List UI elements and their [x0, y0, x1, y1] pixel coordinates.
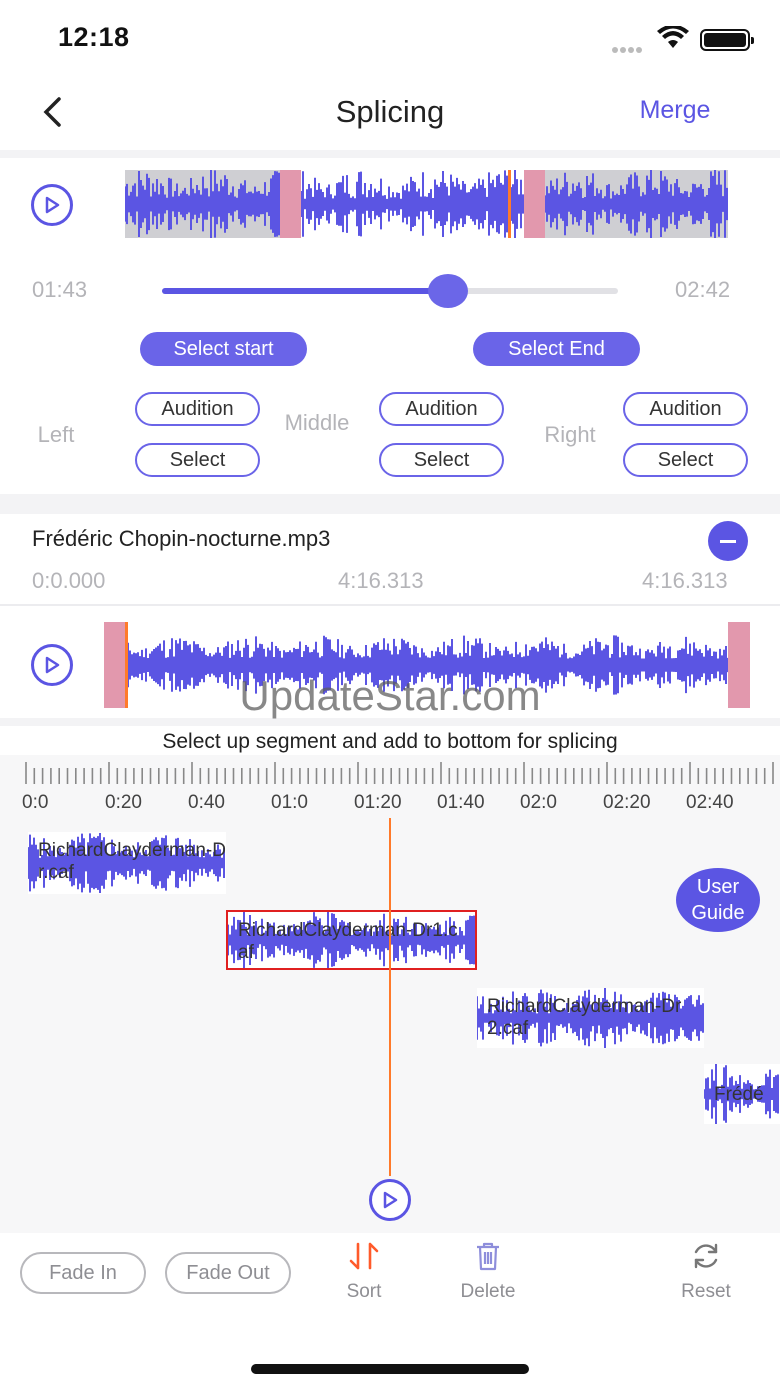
position-slider[interactable] [162, 288, 618, 294]
ruler-tick-label: 02:0 [520, 792, 557, 813]
waveform-path [125, 170, 728, 238]
select-start-button[interactable]: Select start [140, 332, 307, 366]
cellular-signal-icon [612, 40, 644, 58]
reset-button[interactable]: Reset [666, 1240, 746, 1303]
divider [0, 604, 780, 606]
battery-icon [700, 29, 754, 51]
status-time: 12:18 [58, 22, 130, 52]
timeline-segment[interactable]: Frédé [704, 1064, 780, 1124]
delete-button[interactable]: Delete [448, 1240, 528, 1303]
watermark: UpdateStar.com [239, 672, 541, 719]
timeline-segment[interactable]: RichardClayderman-Dr2.caf [477, 988, 704, 1048]
minus-icon [720, 539, 736, 543]
divider [0, 494, 780, 514]
divider [0, 150, 780, 158]
slider-thumb[interactable] [428, 274, 468, 308]
slider-fill [162, 288, 450, 294]
sort-label: Sort [346, 1281, 382, 1302]
home-indicator [251, 1364, 529, 1374]
merge-button[interactable]: Merge [620, 96, 730, 125]
middle-region-label: Middle [284, 410, 350, 435]
editor-waveform-shape [125, 170, 728, 238]
middle-select-button[interactable]: Select [379, 443, 504, 477]
ruler-tick-label: 02:20 [603, 792, 651, 813]
start-time: 01:43 [32, 277, 88, 302]
timeline-instructions: Select up segment and add to bottom for … [162, 730, 618, 753]
position-cursor [508, 170, 511, 238]
sort-icon [349, 1242, 379, 1270]
right-audition-button[interactable]: Audition [623, 392, 748, 426]
end-handle[interactable] [524, 170, 545, 238]
timeline-ruler [25, 762, 774, 784]
select-end-button[interactable]: Select End [473, 332, 640, 366]
timeline-segment-selected[interactable]: RichardClayderman-Dr1.caf [226, 910, 477, 970]
remove-file-button[interactable] [708, 521, 748, 561]
wifi-icon [656, 24, 690, 55]
timeline-play-button[interactable] [369, 1179, 411, 1221]
fade-out-button[interactable]: Fade Out [165, 1252, 291, 1294]
middle-audition-button[interactable]: Audition [379, 392, 504, 426]
left-select-button[interactable]: Select [135, 443, 260, 477]
play-icon [45, 196, 60, 214]
refresh-icon [694, 1243, 718, 1269]
start-handle[interactable] [280, 170, 301, 238]
segment-label: Frédé [714, 1084, 764, 1105]
sort-button[interactable]: Sort [324, 1240, 404, 1303]
play-icon [383, 1191, 398, 1209]
left-audition-button[interactable]: Audition [135, 392, 260, 426]
trash-icon [477, 1242, 499, 1271]
ruler-tick-label: 02:40 [686, 792, 734, 813]
segment-label: RichardClayderman-Dr1.caf [238, 920, 458, 963]
end-time: 02:42 [675, 277, 731, 302]
editor-play-button[interactable] [31, 184, 73, 226]
ruler-tick-label: 01:0 [271, 792, 308, 813]
right-region-label: Right [544, 422, 596, 447]
ruler-tick-label: 0:0 [22, 792, 49, 813]
timeline-playhead[interactable] [389, 818, 391, 1176]
ruler-tick-label: 0:20 [105, 792, 142, 813]
right-select-button[interactable]: Select [623, 443, 748, 477]
ruler-tick-label: 01:40 [437, 792, 485, 813]
delete-label: Delete [460, 1281, 516, 1302]
timeline-segment[interactable]: RichardClayderman-Dr.caf [28, 832, 226, 894]
user-guide-button[interactable]: User Guide [676, 868, 760, 932]
reset-label: Reset [681, 1281, 731, 1302]
file-time-mid: 4:16.313 [338, 568, 424, 593]
left-region-label: Left [37, 422, 75, 447]
fade-in-button[interactable]: Fade In [20, 1252, 146, 1294]
editor-waveform[interactable] [125, 170, 728, 238]
segment-label: RichardClayderman-Dr.caf [38, 840, 226, 883]
ruler-tick-label: 01:20 [354, 792, 402, 813]
file-time-start: 0:0.000 [32, 568, 106, 593]
ruler-tick-label: 0:40 [188, 792, 225, 813]
file-name: Frédéric Chopin-nocturne.mp3 [32, 526, 331, 551]
file-time-end: 4:16.313 [642, 568, 728, 593]
segment-label: RichardClayderman-Dr2.caf [487, 996, 682, 1039]
